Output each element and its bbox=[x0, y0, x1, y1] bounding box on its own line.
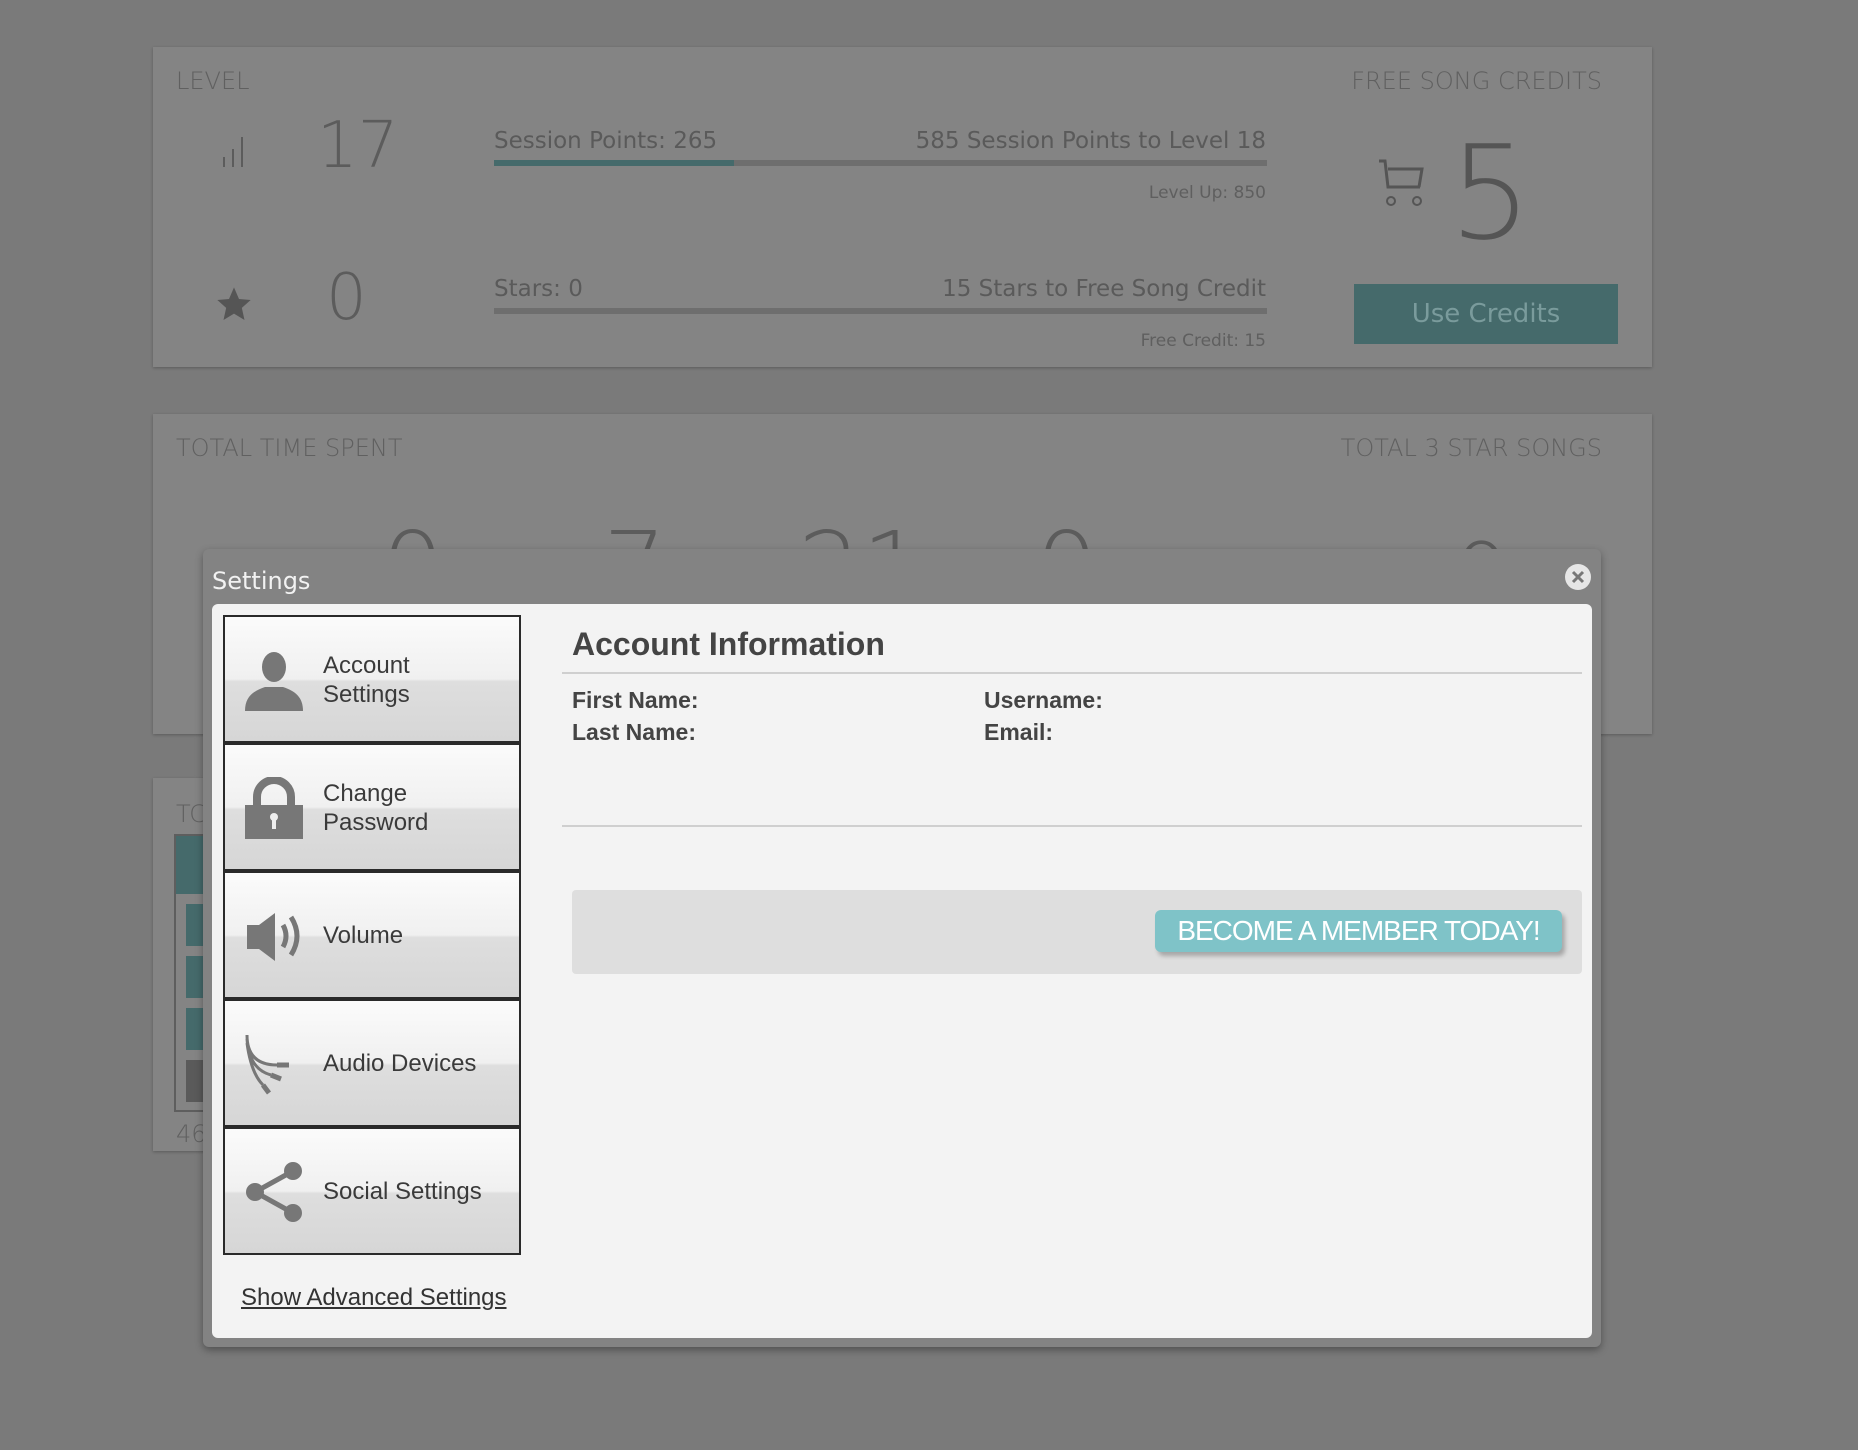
nav-social-settings[interactable]: Social Settings bbox=[223, 1127, 521, 1255]
session-points-progress bbox=[494, 160, 1267, 166]
nav-label: Volume bbox=[323, 922, 404, 949]
level-card: LEVEL 17 Session Points: 265 585 Session… bbox=[153, 47, 1652, 367]
level-value: 17 bbox=[317, 109, 399, 183]
time-title: TOTAL TIME SPENT bbox=[176, 434, 403, 462]
star-icon bbox=[217, 287, 251, 320]
third-card-title: TC bbox=[176, 800, 207, 828]
to-next-level-label: 585 Session Points to Level 18 bbox=[915, 128, 1266, 154]
nav-change-password[interactable]: Change Password bbox=[223, 743, 521, 871]
share-icon bbox=[246, 1162, 302, 1222]
to-free-credit-label: 15 Stars to Free Song Credit bbox=[942, 276, 1266, 302]
use-credits-button[interactable]: Use Credits bbox=[1354, 284, 1618, 344]
nav-label: Account Settings bbox=[323, 652, 410, 708]
stars-progress bbox=[494, 308, 1267, 314]
cart-icon bbox=[1379, 159, 1424, 206]
modal-title: Settings bbox=[212, 567, 311, 595]
credits-value: 5 bbox=[1449, 117, 1532, 269]
session-points-label: Session Points: 265 bbox=[494, 128, 718, 154]
email-label: Email: bbox=[984, 719, 1054, 745]
speaker-icon bbox=[247, 913, 300, 961]
last-name-label: Last Name: bbox=[572, 719, 696, 745]
nav-volume[interactable]: Volume bbox=[223, 871, 521, 999]
level-up-label: Level Up: 850 bbox=[1148, 183, 1266, 203]
username-label: Username: bbox=[984, 687, 1103, 713]
three-star-title: TOTAL 3 STAR SONGS bbox=[1340, 434, 1602, 462]
third-card-footer: 46 bbox=[176, 1120, 207, 1148]
settings-panel: Account Settings Change Password Volume … bbox=[212, 604, 1592, 1338]
session-points-fill bbox=[494, 160, 734, 166]
level-title: LEVEL bbox=[176, 67, 250, 95]
divider bbox=[562, 825, 1582, 827]
user-icon bbox=[245, 652, 303, 711]
nav-label: Change Password bbox=[323, 780, 429, 836]
nav-audio-devices[interactable]: Audio Devices bbox=[223, 999, 521, 1127]
become-member-button[interactable]: BECOME A MEMBER TODAY! bbox=[1155, 910, 1562, 952]
level-bars-icon bbox=[223, 137, 243, 167]
lock-icon bbox=[245, 777, 303, 839]
audio-cable-icon bbox=[245, 1034, 289, 1095]
first-name-label: First Name: bbox=[572, 687, 699, 713]
stars-value: 0 bbox=[326, 261, 367, 335]
free-credit-label: Free Credit: 15 bbox=[1140, 331, 1266, 351]
credits-title: FREE SONG CREDITS bbox=[1351, 67, 1602, 95]
membership-banner: BECOME A MEMBER TODAY! bbox=[572, 890, 1582, 974]
show-advanced-settings-link[interactable]: Show Advanced Settings bbox=[241, 1284, 507, 1312]
close-icon[interactable] bbox=[1564, 563, 1592, 591]
stars-label: Stars: 0 bbox=[494, 276, 583, 302]
nav-account-settings[interactable]: Account Settings bbox=[223, 615, 521, 743]
divider bbox=[562, 672, 1582, 674]
nav-label: Audio Devices bbox=[323, 1050, 477, 1077]
account-information-heading: Account Information bbox=[572, 626, 885, 662]
settings-modal: Settings Account Settings Change Passwor… bbox=[203, 549, 1601, 1347]
nav-label: Social Settings bbox=[323, 1178, 482, 1205]
